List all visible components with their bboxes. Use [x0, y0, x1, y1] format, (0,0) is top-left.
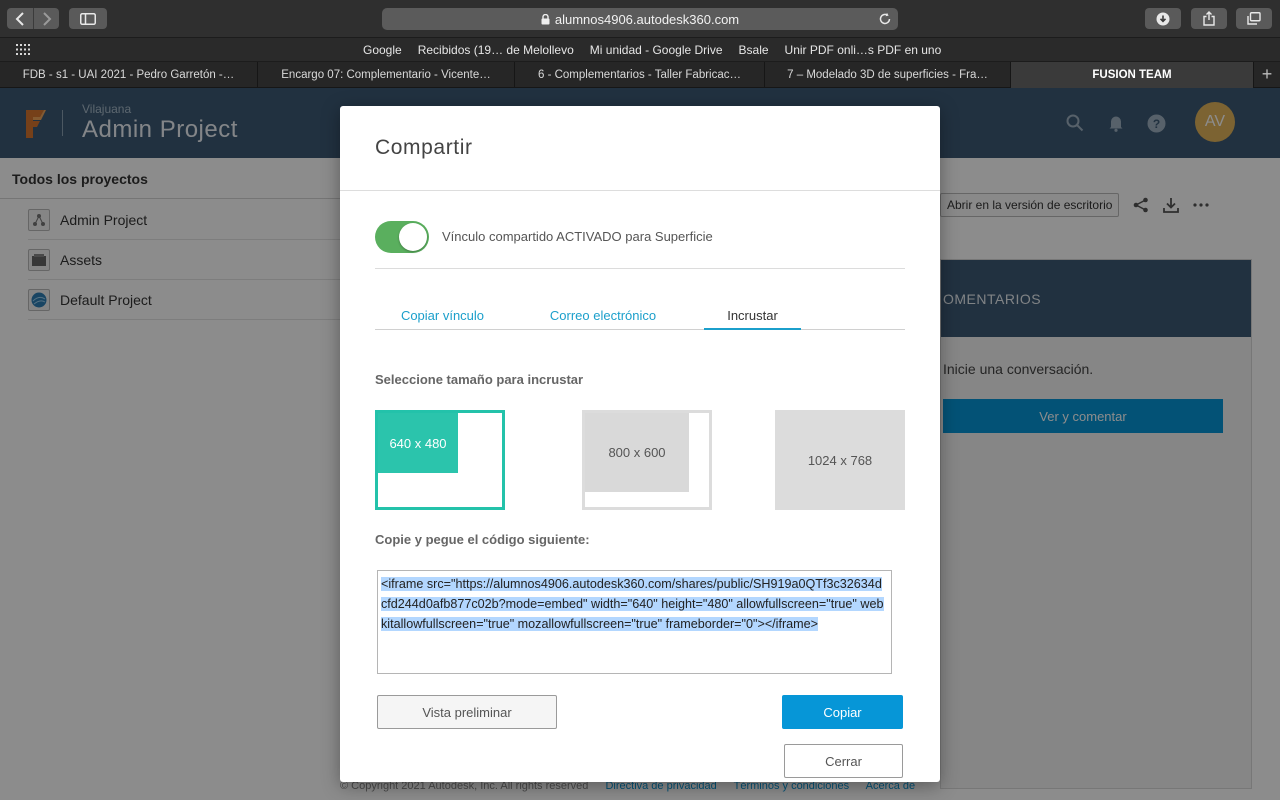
browser-tab[interactable]: 6 - Complementarios - Taller Fabricac… — [515, 62, 765, 88]
forward-button[interactable] — [33, 8, 59, 29]
sidebar-toggle-button[interactable] — [69, 8, 107, 29]
divider — [340, 190, 940, 191]
close-button[interactable]: Cerrar — [784, 744, 903, 778]
toggle-knob — [399, 223, 427, 251]
toggle-label: Vínculo compartido ACTIVADO para Superfi… — [442, 229, 713, 244]
share-tabs: Copiar vínculo Correo electrónico Incrus… — [375, 308, 905, 330]
share-icon — [1203, 11, 1215, 26]
back-button[interactable] — [7, 8, 33, 29]
size-option-label: 800 x 600 — [585, 413, 689, 492]
lock-icon — [541, 13, 550, 24]
code-label: Copie y pegue el código siguiente: — [375, 532, 590, 547]
url-text: alumnos4906.autodesk360.com — [554, 11, 740, 27]
tabs-icon — [1247, 12, 1261, 25]
favorite-link[interactable]: Google — [363, 43, 402, 57]
size-option-640x480[interactable]: 640 x 480 — [375, 410, 505, 510]
browser-toolbar: alumnos4906.autodesk360.com — [0, 0, 1280, 38]
downloads-button[interactable] — [1145, 8, 1181, 29]
browser-tab[interactable]: FDB - s1 - UAI 2021 - Pedro Garretón -… — [0, 62, 258, 88]
favorite-link[interactable]: Recibidos (19… de Melollevo — [418, 43, 574, 57]
tabs-overview-button[interactable] — [1236, 8, 1272, 29]
size-option-label: 640 x 480 — [378, 413, 458, 473]
dialog-title: Compartir — [375, 136, 473, 159]
size-label: Seleccione tamaño para incrustar — [375, 372, 584, 387]
favorite-link[interactable]: Unir PDF onli…s PDF en uno — [785, 43, 942, 57]
tab-email[interactable]: Correo electrónico — [547, 308, 659, 330]
divider — [375, 268, 905, 269]
download-icon — [1156, 12, 1170, 25]
new-tab-button[interactable]: + — [1254, 62, 1280, 87]
browser-tab[interactable]: Encargo 07: Complementario - Vicente… — [258, 62, 515, 88]
browser-tab[interactable]: 7 – Modelado 3D de superficies - Fra… — [765, 62, 1011, 88]
share-dialog: Compartir Vínculo compartido ACTIVADO pa… — [340, 106, 940, 782]
embed-code-textarea[interactable]: <iframe src="https://alumnos4906.autodes… — [377, 570, 892, 674]
share-link-toggle[interactable] — [375, 221, 429, 253]
chevron-left-icon — [15, 11, 24, 26]
size-option-800x600[interactable]: 800 x 600 — [582, 410, 712, 510]
tab-copy-link[interactable]: Copiar vínculo — [395, 308, 490, 330]
favorites-bar: Google Recibidos (19… de Melollevo Mi un… — [0, 38, 1280, 62]
embed-code-text: <iframe src="https://alumnos4906.autodes… — [381, 577, 884, 631]
copy-button[interactable]: Copiar — [782, 695, 903, 729]
size-option-label: 1024 x 768 — [807, 452, 873, 468]
chevron-right-icon — [42, 11, 51, 26]
sidebar-icon — [80, 12, 96, 25]
favorite-link[interactable]: Bsale — [739, 43, 769, 57]
preview-button[interactable]: Vista preliminar — [377, 695, 557, 729]
favorite-link[interactable]: Mi unidad - Google Drive — [590, 43, 723, 57]
size-option-1024x768[interactable]: 1024 x 768 — [775, 410, 905, 510]
reload-icon[interactable] — [878, 12, 892, 26]
tab-bar: FDB - s1 - UAI 2021 - Pedro Garretón -… … — [0, 62, 1280, 88]
tab-embed[interactable]: Incrustar — [704, 308, 801, 330]
share-button[interactable] — [1191, 8, 1227, 29]
nav-buttons — [7, 8, 59, 29]
grid-icon[interactable] — [16, 44, 30, 55]
plus-icon: + — [1261, 64, 1273, 84]
browser-tab-active[interactable]: FUSION TEAM — [1011, 62, 1254, 88]
address-bar[interactable]: alumnos4906.autodesk360.com — [382, 8, 898, 30]
